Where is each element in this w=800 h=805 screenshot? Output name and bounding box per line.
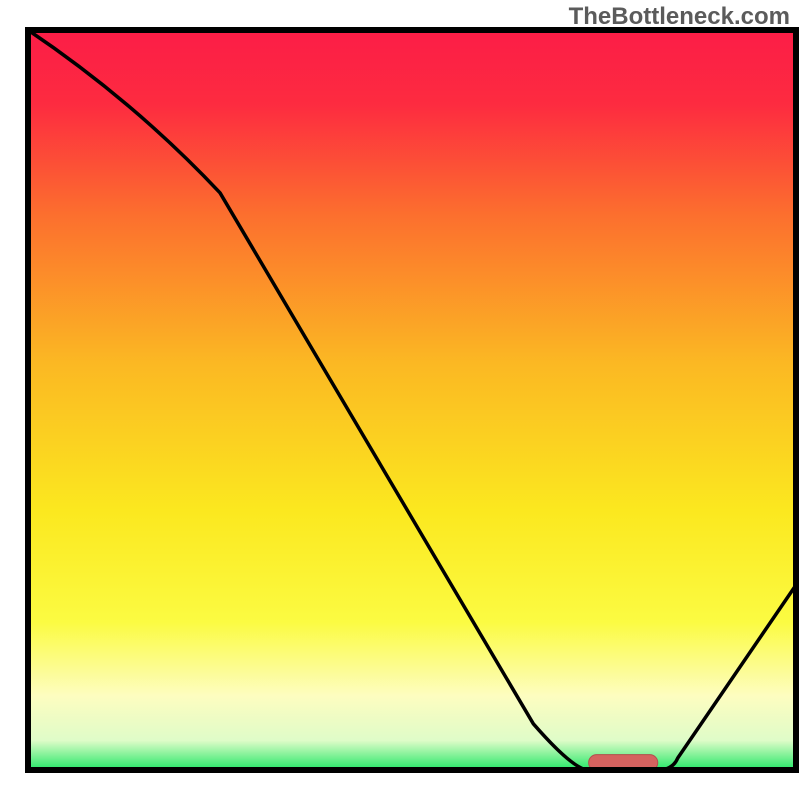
watermark-text: TheBottleneck.com (569, 3, 790, 31)
chart-svg (0, 0, 800, 800)
bottleneck-chart: TheBottleneck.com (0, 0, 800, 800)
plot-background (28, 30, 796, 770)
